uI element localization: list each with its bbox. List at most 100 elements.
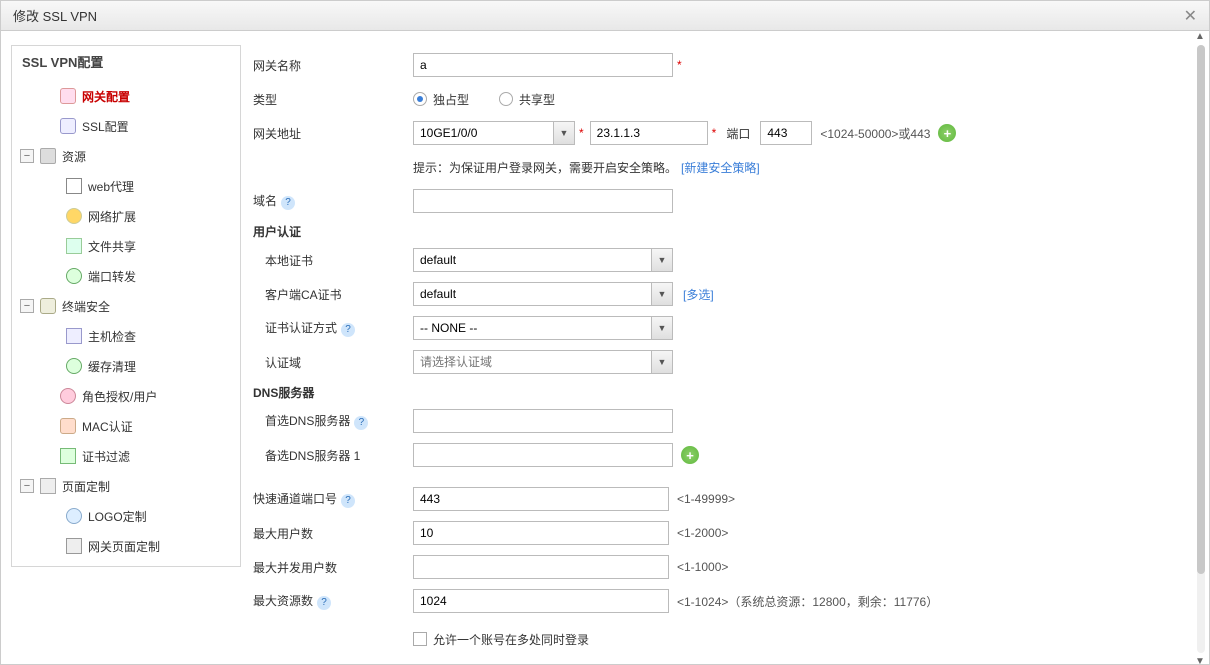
nav-tree: 网关配置 SSL配置 −资源 web代理 网络扩展 文件共享 端口转发 −终端安…: [12, 77, 240, 561]
radio-shared[interactable]: 共享型: [499, 91, 555, 108]
label-auth-domain: 认证域: [253, 354, 413, 371]
nav-web-proxy[interactable]: web代理: [16, 171, 240, 201]
nav-file-share[interactable]: 文件共享: [16, 231, 240, 261]
nav-terminal-security[interactable]: −终端安全: [16, 291, 240, 321]
clean-icon: [66, 358, 82, 374]
page-icon: [40, 478, 56, 494]
gateway-name-input[interactable]: [413, 53, 673, 77]
allow-multi-checkbox[interactable]: [413, 632, 427, 646]
label-type: 类型: [253, 91, 413, 108]
nav-gateway-page[interactable]: 网关页面定制: [16, 531, 240, 561]
logo-icon: [66, 508, 82, 524]
cert-auth-input[interactable]: [413, 316, 651, 340]
port-hint: <1024-50000>或443: [820, 125, 930, 142]
max-res-input[interactable]: [413, 589, 669, 613]
label-client-ca: 客户端CA证书: [253, 286, 413, 303]
label-cert-auth: 证书认证方式?: [253, 319, 413, 337]
host-icon: [66, 328, 82, 344]
client-ca-input[interactable]: [413, 282, 651, 306]
radio-exclusive[interactable]: 独占型: [413, 91, 469, 108]
section-user-auth: 用户认证: [253, 223, 1199, 240]
help-icon[interactable]: ?: [354, 416, 368, 430]
scrollbar[interactable]: ▲ ▼: [1197, 45, 1205, 653]
domain-input[interactable]: [413, 189, 673, 213]
max-res-hint: <1-1024>（系统总资源：12800，剩余：11776）: [677, 593, 938, 610]
scrollbar-thumb[interactable]: [1197, 45, 1205, 574]
nav-cert-filter[interactable]: 证书过滤: [16, 441, 240, 471]
gateway-icon: [66, 538, 82, 554]
network-icon: [66, 208, 82, 224]
file-icon: [66, 238, 82, 254]
collapse-icon[interactable]: −: [20, 149, 34, 163]
cert-icon: [60, 448, 76, 464]
new-policy-link[interactable]: [新建安全策略]: [681, 159, 760, 176]
primary-dns-input[interactable]: [413, 409, 673, 433]
dialog-title: 修改 SSL VPN: [13, 6, 97, 25]
nav-port-forward[interactable]: 端口转发: [16, 261, 240, 291]
add-button[interactable]: +: [938, 124, 956, 142]
scroll-up-icon[interactable]: ▲: [1195, 31, 1205, 42]
label-gateway-name: 网关名称: [253, 57, 413, 74]
mac-icon: [60, 418, 76, 434]
client-ca-combo[interactable]: ▼: [413, 282, 673, 306]
sidebar-header: SSL VPN配置: [12, 46, 240, 77]
interface-input[interactable]: [413, 121, 553, 145]
max-users-input[interactable]: [413, 521, 669, 545]
help-icon[interactable]: ?: [341, 323, 355, 337]
add-button[interactable]: +: [681, 446, 699, 464]
local-cert-input[interactable]: [413, 248, 651, 272]
label-local-cert: 本地证书: [253, 252, 413, 269]
secondary-dns-input[interactable]: [413, 443, 673, 467]
max-users-hint: <1-2000>: [677, 526, 728, 540]
max-concurrent-hint: <1-1000>: [677, 560, 728, 574]
port-icon: [66, 268, 82, 284]
radio-icon: [413, 92, 427, 106]
close-icon[interactable]: ✕: [1184, 6, 1197, 26]
chevron-down-icon[interactable]: ▼: [651, 282, 673, 306]
addr-tip: 提示：为保证用户登录网关，需要开启安全策略。: [413, 159, 677, 176]
required-mark: *: [677, 58, 682, 72]
folder-icon: [40, 148, 56, 164]
label-max-users: 最大用户数: [253, 525, 413, 542]
help-icon[interactable]: ?: [281, 196, 295, 210]
nav-host-check[interactable]: 主机检查: [16, 321, 240, 351]
label-secondary-dns: 备选DNS服务器 1: [253, 447, 413, 464]
required-mark: *: [579, 126, 584, 140]
ip-input[interactable]: [590, 121, 708, 145]
auth-domain-input[interactable]: [413, 350, 651, 374]
chevron-down-icon[interactable]: ▼: [651, 316, 673, 340]
help-icon[interactable]: ?: [317, 596, 331, 610]
chevron-down-icon[interactable]: ▼: [651, 248, 673, 272]
local-cert-combo[interactable]: ▼: [413, 248, 673, 272]
label-max-concurrent: 最大并发用户数: [253, 559, 413, 576]
collapse-icon[interactable]: −: [20, 479, 34, 493]
fast-port-hint: <1-49999>: [677, 492, 735, 506]
nav-cache-clean[interactable]: 缓存清理: [16, 351, 240, 381]
nav-network-ext[interactable]: 网络扩展: [16, 201, 240, 231]
fast-port-input[interactable]: [413, 487, 669, 511]
label-domain: 域名?: [253, 192, 413, 210]
label-gateway-addr: 网关地址: [253, 125, 413, 142]
web-icon: [66, 178, 82, 194]
chevron-down-icon[interactable]: ▼: [651, 350, 673, 374]
ssl-icon: [60, 118, 76, 134]
nav-logo-custom[interactable]: LOGO定制: [16, 501, 240, 531]
interface-combo[interactable]: ▼: [413, 121, 575, 145]
nav-ssl-config[interactable]: SSL配置: [16, 111, 240, 141]
section-dns: DNS服务器: [253, 384, 1199, 401]
port-input[interactable]: [760, 121, 812, 145]
max-concurrent-input[interactable]: [413, 555, 669, 579]
nav-gateway-config[interactable]: 网关配置: [16, 81, 240, 111]
nav-page-custom[interactable]: −页面定制: [16, 471, 240, 501]
auth-domain-combo[interactable]: ▼: [413, 350, 673, 374]
chevron-down-icon[interactable]: ▼: [553, 121, 575, 145]
collapse-icon[interactable]: −: [20, 299, 34, 313]
nav-resources[interactable]: −资源: [16, 141, 240, 171]
cert-auth-combo[interactable]: ▼: [413, 316, 673, 340]
nav-mac-auth[interactable]: MAC认证: [16, 411, 240, 441]
scroll-down-icon[interactable]: ▼: [1195, 656, 1205, 664]
help-icon[interactable]: ?: [341, 494, 355, 508]
nav-role-user[interactable]: 角色授权/用户: [16, 381, 240, 411]
titlebar: 修改 SSL VPN ✕: [1, 1, 1209, 31]
multi-select-link[interactable]: [多选]: [683, 286, 714, 303]
